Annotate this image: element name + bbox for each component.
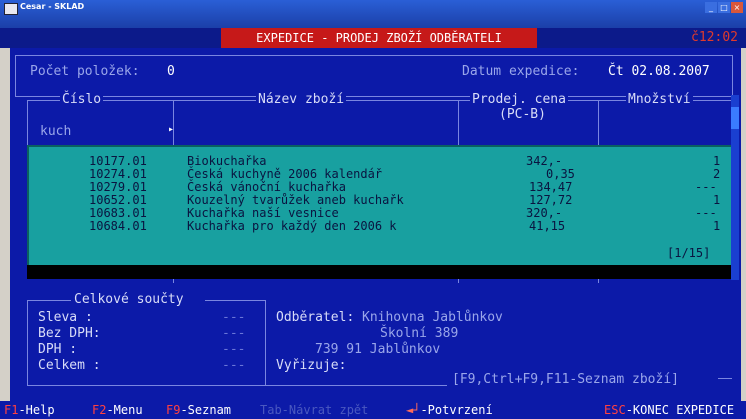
maximize-button[interactable]: □ — [718, 2, 730, 13]
totals-title: Celkové součty — [74, 292, 184, 307]
menu-key[interactable]: F2-Menu — [92, 401, 143, 419]
confirm-key[interactable]: ◄┘-Potvrzení — [406, 401, 493, 419]
customer-label: Odběratel: — [276, 310, 355, 325]
app-icon — [4, 3, 18, 15]
close-button[interactable]: × — [731, 2, 743, 13]
status-bar: F1-Help F2-Menu F9-Seznam Tab-Návrat zpě… — [0, 401, 746, 419]
column-header-cena: Prodej. cena — [470, 92, 568, 107]
col-divider — [173, 100, 174, 145]
hint-text: [F9,Ctrl+F9,F11-Seznam zboží] — [452, 372, 679, 387]
seznam-key[interactable]: F9-Seznam — [166, 401, 231, 419]
celkem-value: --- — [222, 358, 246, 373]
search-input[interactable]: kuch — [40, 124, 71, 139]
screen-title: EXPEDICE - PRODEJ ZBOŽÍ ODBĚRATELI — [221, 28, 537, 48]
help-key[interactable]: F1-Help — [4, 401, 55, 419]
date-value: Čt 02.08.2007 — [608, 64, 710, 79]
column-subheader-cena: (PC-B) — [499, 107, 546, 122]
col-divider — [598, 100, 599, 145]
window-titlebar: Cesar - SKLAD _ □ × — [0, 0, 746, 28]
dph-value: --- — [222, 342, 246, 357]
scroll-thumb[interactable] — [731, 107, 739, 129]
totals-top-line — [27, 300, 71, 301]
scrollbar[interactable] — [731, 95, 739, 280]
search-results-popup: 10177.01 Biokuchařka 342,- 1 10274.01 Če… — [27, 145, 735, 267]
customer-line3: 739 91 Jablůnkov — [315, 342, 441, 357]
page-indicator: [1/15] — [667, 246, 711, 260]
totals-left-line — [27, 300, 28, 385]
count-value: 0 — [167, 64, 175, 79]
dph-label: DPH : — [38, 342, 78, 357]
date-label: Datum expedice: — [462, 64, 580, 79]
column-header-mnozstvi: Množství — [626, 92, 693, 107]
item-mnozstvi: 1 — [713, 219, 721, 233]
customer-line2: Školní 389 — [380, 326, 459, 341]
application-window: Cesar - SKLAD _ □ × EXPEDICE - PRODEJ ZB… — [0, 0, 746, 419]
totals-top-line — [205, 300, 265, 301]
bez-dph-label: Bez DPH: — [38, 326, 101, 341]
list-item[interactable]: 10684.01 Kuchařka pro každý den 2006 k 4… — [29, 220, 733, 233]
item-nazev: Kuchařka pro každý den 2006 k — [187, 219, 397, 233]
window-controls: _ □ × — [705, 2, 743, 14]
totals-bottom-line — [27, 385, 447, 386]
totals-divider — [265, 300, 266, 385]
clock: č12:02 — [691, 30, 738, 45]
minimize-button[interactable]: _ — [705, 2, 717, 13]
column-header-nazev: Název zboží — [256, 92, 347, 107]
hint-line — [718, 378, 732, 379]
celkem-label: Celkem : — [38, 358, 101, 373]
bez-dph-value: --- — [222, 326, 246, 341]
exit-key[interactable]: ESC-KONEC EXPEDICE — [604, 401, 734, 419]
item-cislo: 10684.01 — [89, 219, 147, 233]
tab-back-key: Tab-Návrat zpět — [260, 403, 369, 417]
item-cena: 41,15 — [529, 219, 566, 233]
selection-bar — [27, 265, 733, 279]
sleva-label: Sleva : — [38, 310, 93, 325]
col-divider — [458, 100, 459, 145]
customer-line1: Knihovna Jablůnkov — [362, 310, 503, 325]
column-header-cislo: Číslo — [60, 92, 104, 107]
sleva-value: --- — [222, 310, 246, 325]
search-marker: ▸ — [168, 124, 175, 135]
handler-label: Vyřizuje: — [276, 358, 347, 373]
window-title: Cesar - SKLAD — [20, 2, 85, 11]
count-label: Počet položek: — [30, 64, 140, 79]
